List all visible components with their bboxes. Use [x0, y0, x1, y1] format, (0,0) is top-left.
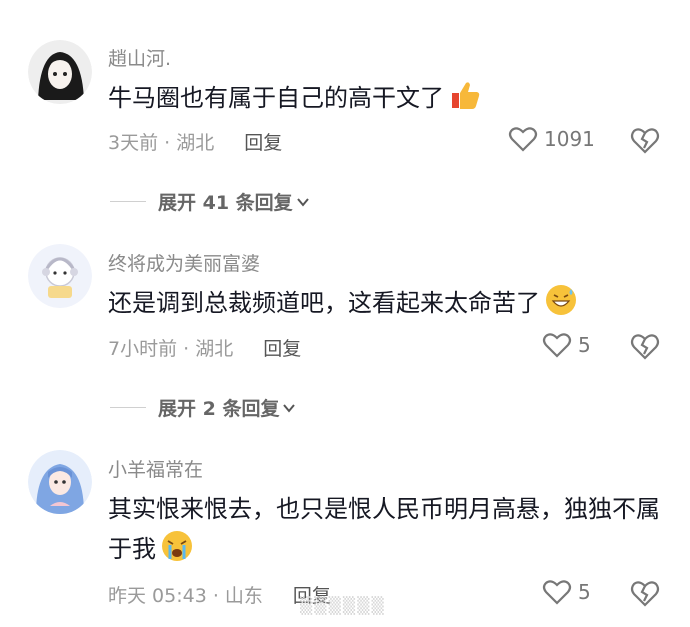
- comment-meta: 7小时前 · 湖北 回复: [108, 334, 301, 361]
- expand-replies-label: 展开 2 条回复: [158, 398, 280, 420]
- avatar[interactable]: [28, 40, 92, 104]
- expand-replies-label: 展开 41 条回复: [158, 192, 293, 214]
- comment-meta: 3天前 · 湖北 回复: [108, 128, 282, 155]
- comment-text: 其实恨来恨去，也只是恨人民币明月高悬，独独不属于我: [108, 489, 668, 569]
- broken-heart-icon[interactable]: [629, 578, 661, 608]
- divider-line: [110, 201, 146, 202]
- chevron-down-icon: [283, 403, 296, 413]
- like-button[interactable]: 1091: [508, 125, 595, 153]
- comment-time-location: 3天前 · 湖北: [108, 132, 215, 154]
- divider-line: [110, 407, 146, 408]
- comment-text-content: 牛马圈也有属于自己的高干文了: [108, 84, 444, 112]
- comment-text: 还是调到总裁频道吧，这看起来太命苦了: [108, 283, 668, 323]
- thumbs-up-emoji-icon: [452, 82, 480, 109]
- broken-heart-icon[interactable]: [629, 125, 661, 155]
- heart-icon: [542, 333, 572, 358]
- avatar-image-icon: [28, 244, 92, 308]
- reply-button[interactable]: 回复: [244, 132, 282, 154]
- grinning-sweat-emoji-icon: [546, 285, 576, 315]
- comment-meta: 昨天 05:43 · 山东 回复: [108, 581, 331, 608]
- avatar[interactable]: [28, 244, 92, 308]
- avatar-image-icon: [28, 40, 92, 104]
- username[interactable]: 小羊福常在: [108, 455, 203, 482]
- like-count: 5: [578, 333, 591, 357]
- like-button[interactable]: 5: [542, 578, 591, 606]
- avatar-image-icon: [28, 450, 92, 514]
- heart-icon: [508, 127, 538, 152]
- watermark: ▒▒▒▒▒▒: [300, 596, 386, 615]
- crying-emoji-icon: [162, 531, 192, 561]
- expand-replies-button[interactable]: 展开 41 条回复: [110, 188, 311, 215]
- reply-button[interactable]: 回复: [263, 338, 301, 360]
- comment-time-location: 昨天 05:43 · 山东: [108, 585, 263, 607]
- expand-replies-button[interactable]: 展开 2 条回复: [110, 394, 297, 421]
- avatar[interactable]: [28, 450, 92, 514]
- like-count: 5: [578, 580, 591, 604]
- comment-time-location: 7小时前 · 湖北: [108, 338, 234, 360]
- username[interactable]: 趙山河.: [108, 44, 171, 71]
- heart-icon: [542, 580, 572, 605]
- comment-text-content: 还是调到总裁频道吧，这看起来太命苦了: [108, 289, 540, 317]
- username[interactable]: 终将成为美丽富婆: [108, 249, 260, 276]
- like-count: 1091: [544, 127, 595, 151]
- comment-text: 牛马圈也有属于自己的高干文了: [108, 78, 668, 118]
- chevron-down-icon: [296, 197, 309, 207]
- broken-heart-icon[interactable]: [629, 331, 661, 361]
- like-button[interactable]: 5: [542, 331, 591, 359]
